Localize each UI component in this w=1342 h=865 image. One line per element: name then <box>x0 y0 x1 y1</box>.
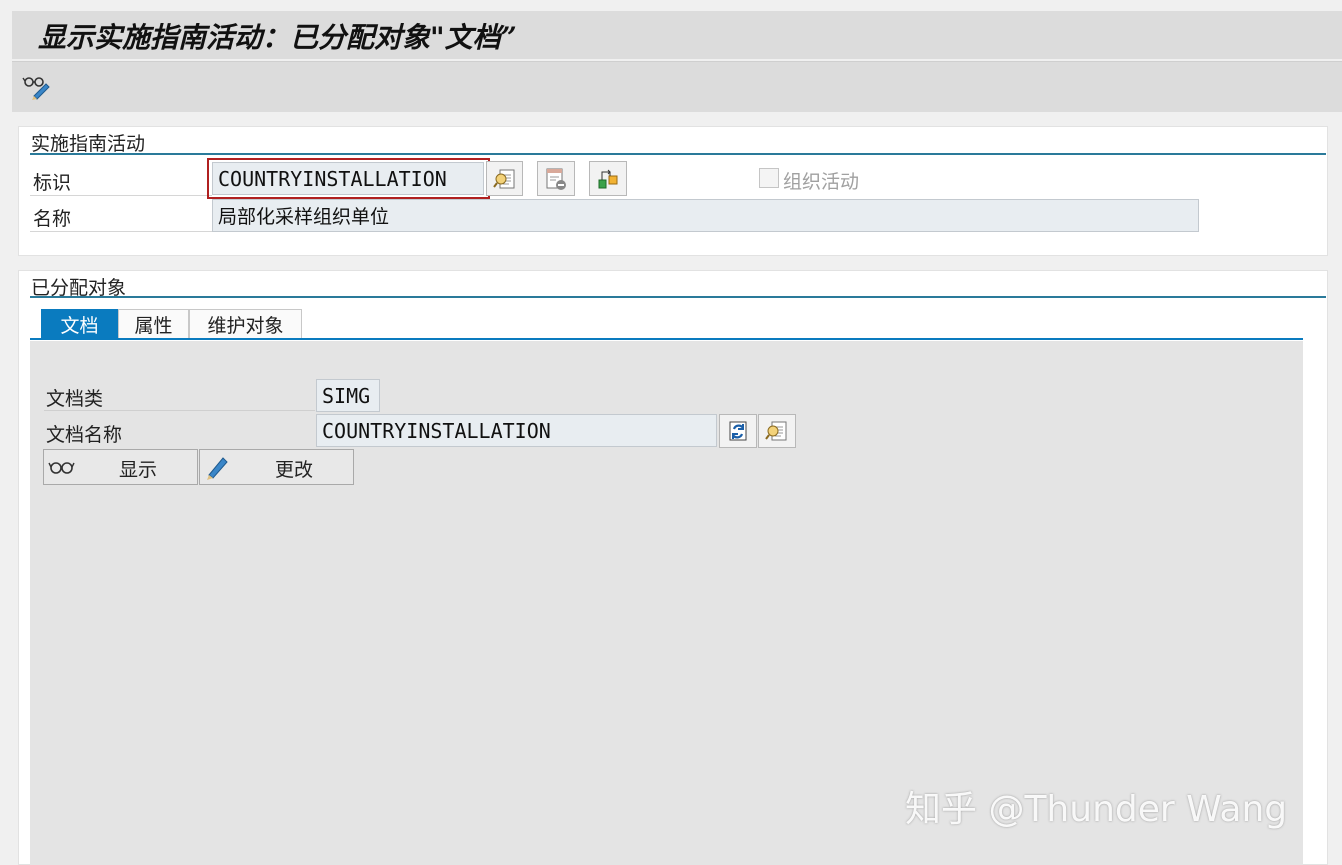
tab-attributes-label: 属性 <box>134 315 173 337</box>
doc-name-value: COUNTRYINSTALLATION <box>322 418 551 443</box>
document-refresh-icon <box>729 421 747 441</box>
name-field: 局部化采样组织单位 <box>212 199 1199 232</box>
row-divider <box>44 410 315 411</box>
org-activity-label: 组织活动 <box>783 171 860 193</box>
tab-attributes[interactable]: 属性 <box>118 309 189 339</box>
display-change-toggle-button[interactable] <box>22 72 52 100</box>
activity-section-title: 实施指南活动 <box>31 133 146 155</box>
org-activity-checkbox[interactable] <box>759 168 779 188</box>
pencil-icon <box>207 457 228 480</box>
hierarchy-button[interactable] <box>589 161 627 196</box>
doc-name-label: 文档名称 <box>46 424 123 446</box>
tab-maintenance-objects[interactable]: 维护对象 <box>189 309 302 339</box>
tab-documents-label: 文档 <box>60 315 99 337</box>
id-label: 标识 <box>33 172 72 194</box>
remove-button[interactable] <box>537 161 575 196</box>
doc-class-label: 文档类 <box>46 388 104 410</box>
change-button[interactable]: 更改 <box>199 449 354 485</box>
doc-name-field: COUNTRYINSTALLATION <box>316 414 717 447</box>
section-divider <box>30 153 1326 155</box>
tab-strip-line <box>30 338 1303 340</box>
document-search-icon <box>492 169 514 188</box>
id-field-value: COUNTRYINSTALLATION <box>218 166 447 191</box>
document-search-icon <box>765 421 787 441</box>
row-divider <box>30 231 212 232</box>
page-title: 显示实施指南活动：已分配对象"文档” <box>38 21 517 54</box>
tab-maintenance-objects-label: 维护对象 <box>207 315 284 337</box>
doc-search-help-button[interactable] <box>758 414 796 448</box>
name-label: 名称 <box>33 208 72 230</box>
id-search-help-button[interactable] <box>486 161 523 196</box>
application-toolbar <box>12 61 1342 112</box>
document-remove-icon <box>546 168 566 190</box>
glasses-pencil-icon <box>22 77 50 100</box>
doc-class-value: SIMG <box>322 383 371 408</box>
doc-class-field: SIMG <box>316 379 380 412</box>
display-button-label: 显示 <box>119 459 158 481</box>
tab-documents[interactable]: 文档 <box>41 309 118 339</box>
glasses-icon <box>48 462 75 474</box>
section-divider <box>30 296 1326 298</box>
refresh-button[interactable] <box>719 414 757 448</box>
row-divider <box>30 195 212 196</box>
change-button-label: 更改 <box>275 459 314 481</box>
watermark: 知乎 @Thunder Wang <box>905 789 1288 830</box>
name-field-value: 局部化采样组织单位 <box>218 206 390 228</box>
id-field[interactable]: COUNTRYINSTALLATION <box>212 162 484 195</box>
display-button[interactable]: 显示 <box>43 449 198 485</box>
structure-icon <box>598 169 618 188</box>
